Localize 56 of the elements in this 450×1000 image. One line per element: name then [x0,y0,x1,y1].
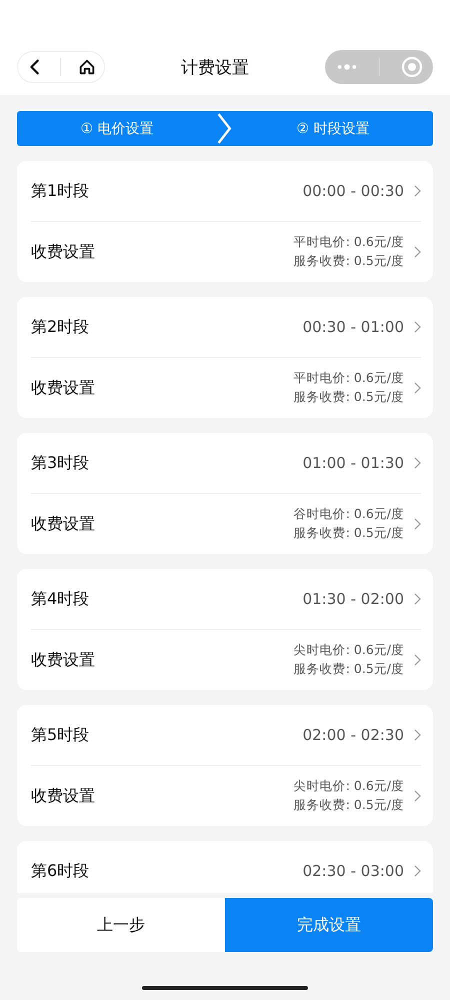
time-range: 00:00 - 00:30 [302,182,404,200]
finish-button[interactable]: 完成设置 [225,898,433,952]
chevron-right-icon [414,518,421,530]
home-icon[interactable] [78,58,96,76]
chevron-right-icon [414,246,421,258]
time-range: 02:30 - 03:00 [302,862,404,880]
time-row[interactable]: 第4时段 01:30 - 02:00 [31,569,421,629]
segment-name: 第1时段 [31,180,90,202]
segment-name: 第5时段 [31,724,90,746]
chevron-right-icon [414,593,421,605]
segment-name: 第3时段 [31,452,90,474]
chevron-right-icon [414,729,421,741]
page-title: 计费设置 [181,56,249,78]
price-text: 尖时电价: 0.6元/度 [294,778,404,795]
fee-row[interactable]: 收费设置 尖时电价: 0.6元/度 服务收费: 0.5元/度 [31,630,421,690]
time-row[interactable]: 第2时段 00:30 - 01:00 [31,297,421,357]
fee-label: 收费设置 [31,650,96,670]
step-divider-icon [217,111,233,146]
chevron-right-icon [414,865,421,877]
service-fee-text: 服务收费: 0.5元/度 [294,389,404,406]
service-fee-text: 服务收费: 0.5元/度 [294,253,404,270]
segment-name: 第2时段 [31,316,90,338]
time-row[interactable]: 第5时段 02:00 - 02:30 [31,705,421,765]
fee-row[interactable]: 收费设置 平时电价: 0.6元/度 服务收费: 0.5元/度 [31,222,421,282]
time-row[interactable]: 第1时段 00:00 - 00:30 [31,161,421,221]
fee-row[interactable]: 收费设置 平时电价: 0.6元/度 服务收费: 0.5元/度 [31,358,421,418]
time-range: 01:30 - 02:00 [302,590,404,608]
fee-label: 收费设置 [31,786,96,806]
fee-label: 收费设置 [31,242,96,262]
time-row[interactable]: 第6时段 02:30 - 03:00 [31,841,421,893]
fee-label: 收费设置 [31,378,96,398]
chevron-right-icon [414,382,421,394]
fee-label: 收费设置 [31,514,96,534]
service-fee-text: 服务收费: 0.5元/度 [294,661,404,678]
price-text: 平时电价: 0.6元/度 [294,234,404,251]
time-range: 01:00 - 01:30 [302,454,404,472]
segment-name: 第6时段 [31,860,90,882]
service-fee-text: 服务收费: 0.5元/度 [294,525,404,542]
chevron-right-icon [414,654,421,666]
fee-row[interactable]: 收费设置 尖时电价: 0.6元/度 服务收费: 0.5元/度 [31,766,421,826]
segment-name: 第4时段 [31,588,90,610]
service-fee-text: 服务收费: 0.5元/度 [294,797,404,814]
price-text: 平时电价: 0.6元/度 [294,370,404,387]
step-label: ① 电价设置 [79,120,154,138]
chevron-right-icon [414,457,421,469]
price-text: 尖时电价: 0.6元/度 [294,642,404,659]
time-row[interactable]: 第3时段 01:00 - 01:30 [31,433,421,493]
chevron-right-icon [414,185,421,197]
time-range: 00:30 - 01:00 [302,318,404,336]
fee-row[interactable]: 收费设置 谷时电价: 0.6元/度 服务收费: 0.5元/度 [31,494,421,554]
previous-button[interactable]: 上一步 [17,898,225,952]
price-text: 谷时电价: 0.6元/度 [294,506,404,523]
chevron-right-icon [414,790,421,802]
time-range: 02:00 - 02:30 [302,726,404,744]
step-label: ② 时段设置 [295,120,370,138]
chevron-right-icon [414,321,421,333]
